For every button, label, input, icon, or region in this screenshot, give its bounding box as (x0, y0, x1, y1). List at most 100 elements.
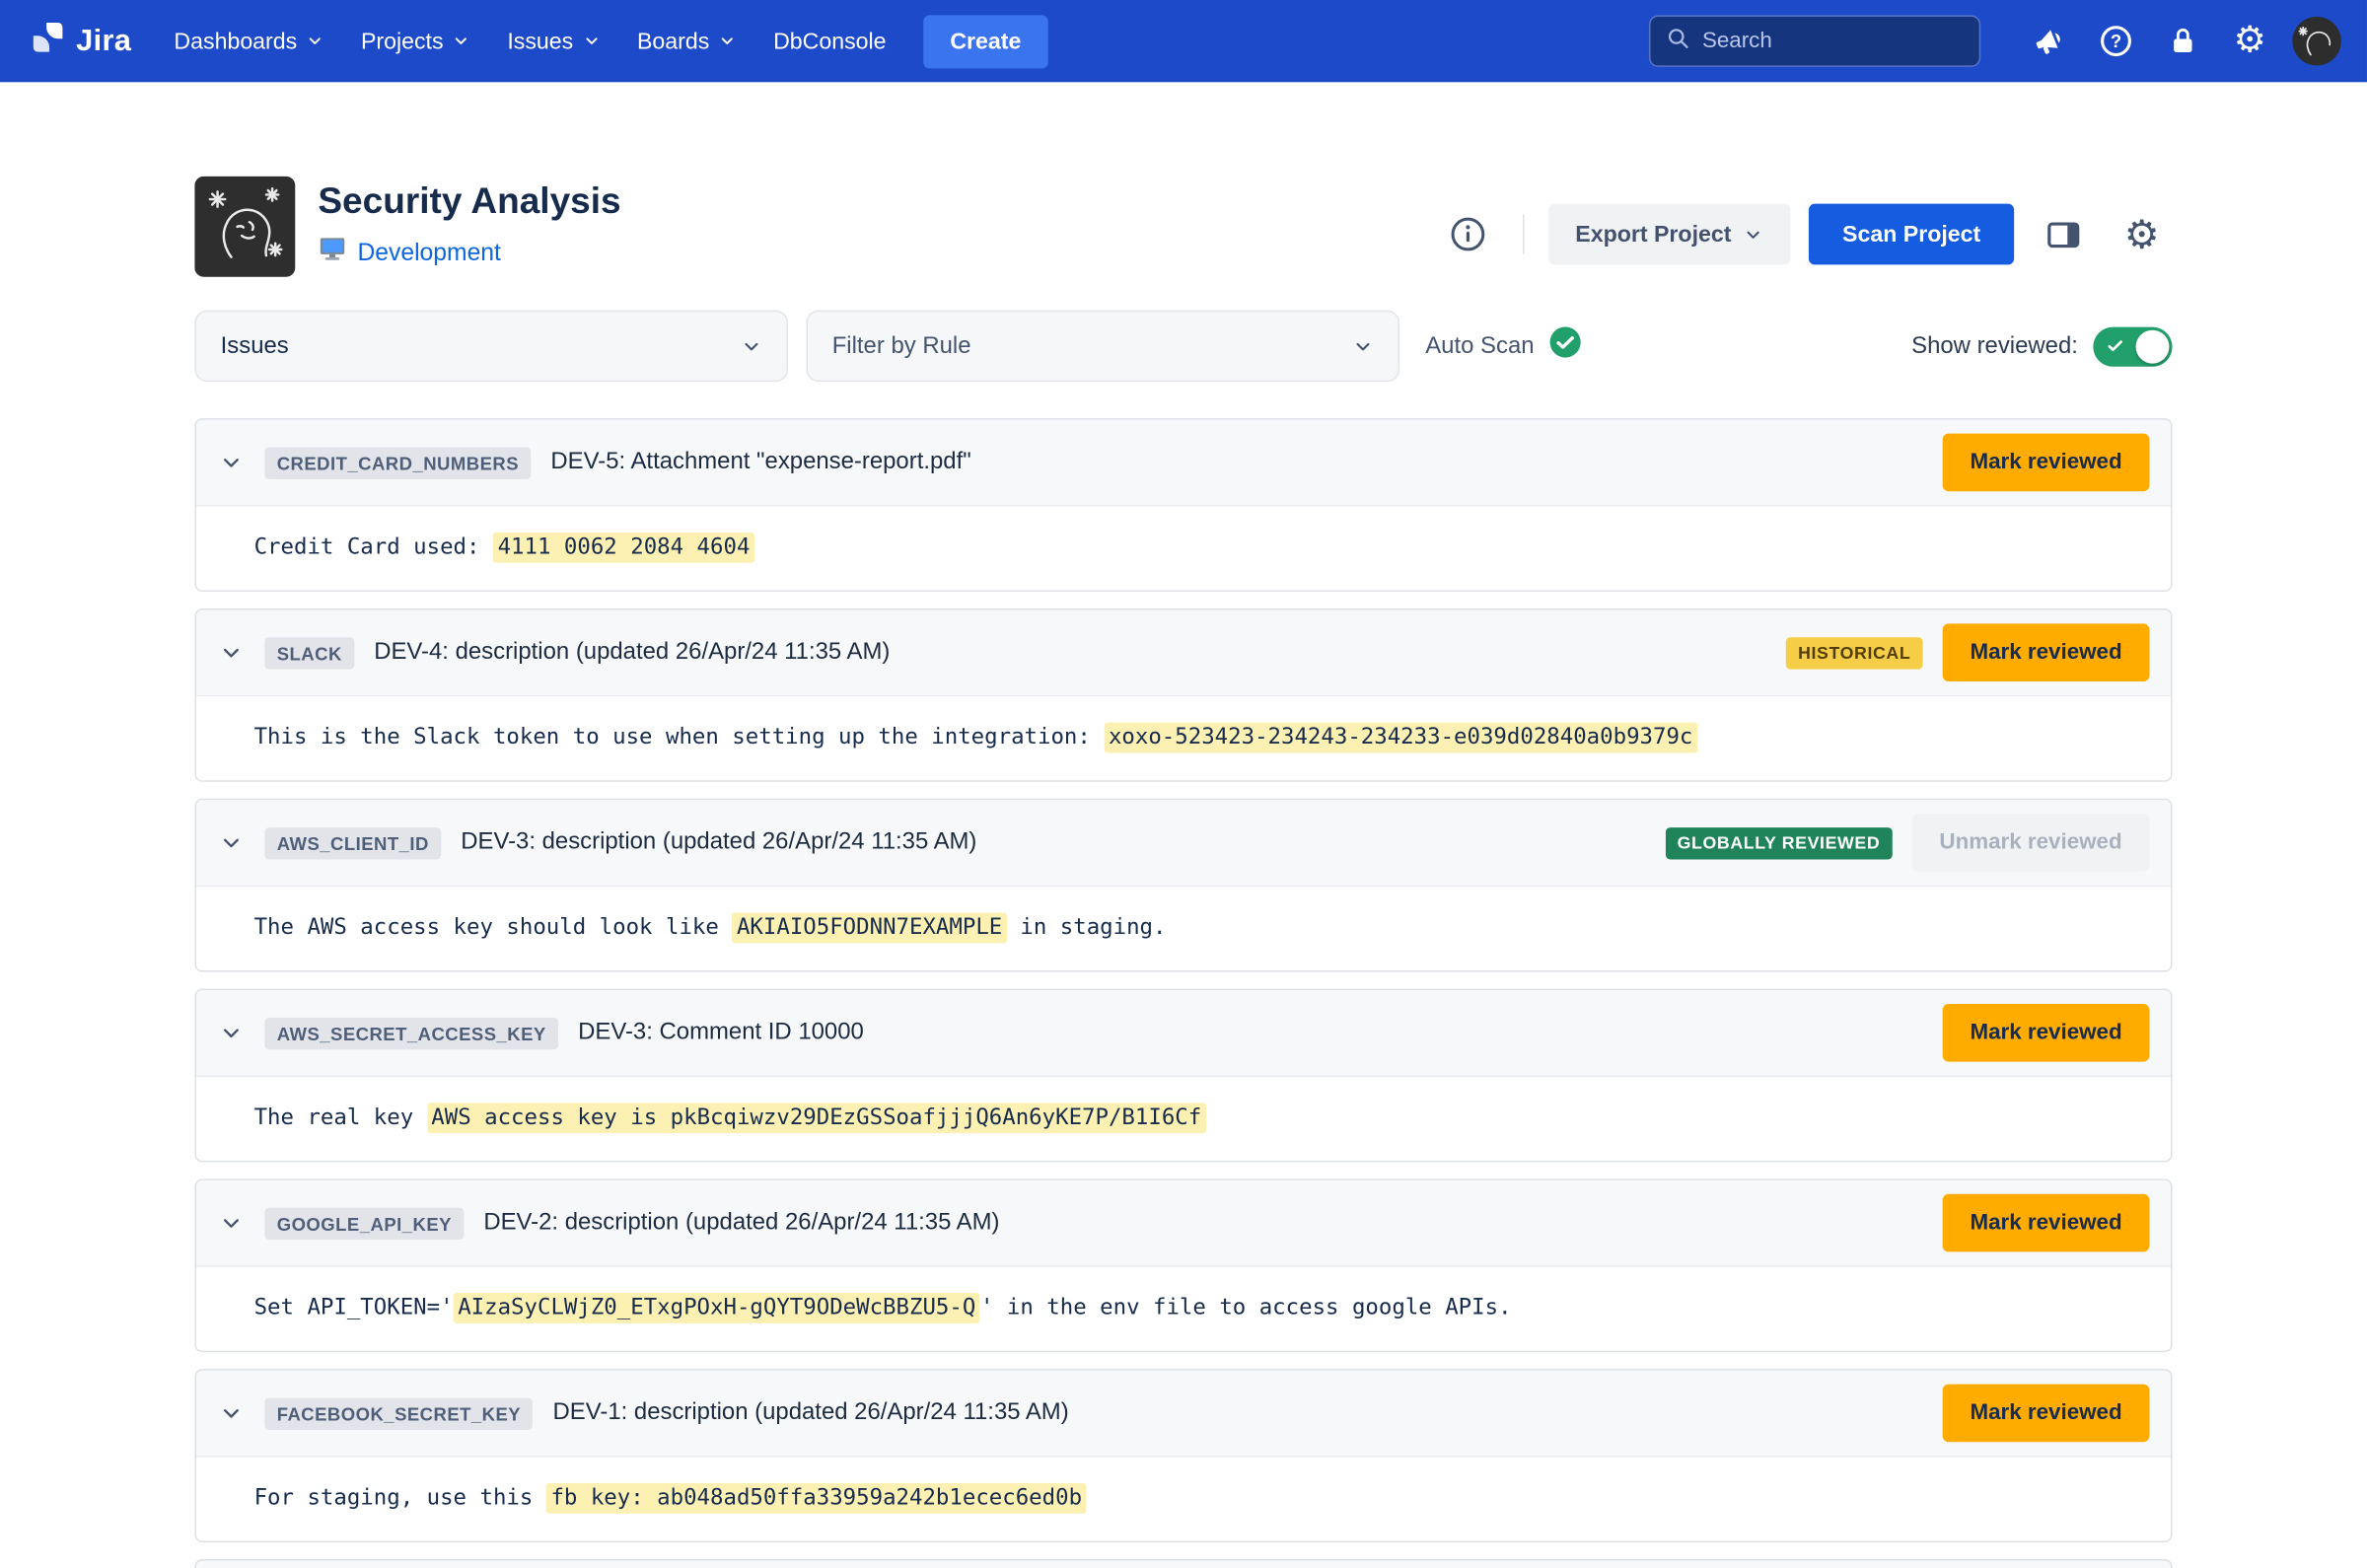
announcement-icon[interactable] (2020, 12, 2078, 70)
finding-body: The AWS access key should look like AKIA… (196, 887, 2171, 970)
review-action-button[interactable]: Mark reviewed (1943, 1385, 2150, 1443)
finding-card: GOOGLE_API_KEY DEV-2: description (updat… (194, 1178, 2172, 1352)
finding-card: AWS_SECRET_ACCESS_KEY DEV-3: Comment ID … (194, 989, 2172, 1163)
rule-filter-select[interactable]: Filter by Rule (806, 311, 1399, 382)
finding-text-pre: The real key (254, 1105, 427, 1130)
create-button[interactable]: Create (923, 15, 1049, 68)
user-avatar[interactable] (2288, 12, 2346, 70)
review-action-button[interactable]: Mark reviewed (1943, 623, 2150, 681)
nav-item-dashboards[interactable]: Dashboards (156, 15, 343, 68)
toggle-knob (2136, 329, 2170, 363)
finding-card: SLACK DEV-4: description (updated 26/Apr… (194, 608, 2172, 782)
finding-body: For staging, use this fb key: ab048ad50f… (196, 1458, 2171, 1541)
settings-gear-icon[interactable]: ⚙ (2221, 12, 2279, 70)
secret-highlight: xoxo-523423-234243-234233-e039d02840a0b9… (1104, 723, 1697, 753)
collapse-chevron-icon[interactable] (218, 639, 246, 667)
finding-card-header: GOOGLE_API_KEY DEV-2: description (updat… (196, 1180, 2171, 1267)
brand-name: Jira (76, 24, 131, 58)
jira-logo[interactable]: Jira (22, 20, 156, 62)
nav-item-projects[interactable]: Projects (342, 15, 488, 68)
side-panel-icon[interactable] (2033, 204, 2094, 265)
finding-title: DEV-2: description (updated 26/Apr/24 11… (483, 1209, 999, 1237)
divider (1522, 214, 1524, 253)
jira-mark-icon (31, 20, 65, 62)
chevron-down-icon (453, 32, 471, 50)
svg-text:?: ? (2111, 31, 2121, 51)
secret-highlight: AKIAIO5FODNN7EXAMPLE (732, 912, 1007, 943)
collapse-chevron-icon[interactable] (218, 1399, 246, 1427)
collapse-chevron-icon[interactable] (218, 1019, 246, 1046)
app-window: Jira Dashboards Projects Issues Boards D… (0, 0, 2367, 1568)
finding-text-pre: This is the Slack token to use when sett… (254, 726, 1105, 750)
main-content: Security Analysis Development (194, 177, 2172, 1568)
nav-item-issues[interactable]: Issues (489, 15, 619, 68)
scan-project-button[interactable]: Scan Project (1809, 204, 2014, 265)
rule-badge: AWS_CLIENT_ID (264, 826, 441, 858)
collapse-chevron-icon[interactable] (218, 1209, 246, 1237)
chevron-down-icon (582, 32, 601, 50)
export-project-label: Export Project (1575, 221, 1731, 247)
review-action-button[interactable]: Mark reviewed (1943, 434, 2150, 492)
lock-icon[interactable] (2154, 12, 2212, 70)
finding-card: AWS_CLIENT_ID DEV-3: description (update… (194, 799, 2172, 972)
review-action-button[interactable]: Unmark reviewed (1912, 814, 2150, 872)
finding-text-pre: Credit Card used: (254, 535, 493, 560)
finding-text-pre: For staging, use this (254, 1486, 546, 1511)
issues-filter-select[interactable]: Issues (194, 311, 788, 382)
collapse-chevron-icon[interactable] (218, 449, 246, 476)
rule-filter-placeholder: Filter by Rule (832, 332, 971, 360)
nav-item-label: DbConsole (773, 29, 886, 54)
filter-toolbar: Issues Filter by Rule Auto Scan Show rev… (194, 311, 2172, 382)
title-block: Security Analysis Development (318, 177, 620, 271)
collapse-chevron-icon[interactable] (218, 829, 246, 857)
finding-title: DEV-5: Attachment "expense-report.pdf" (550, 449, 970, 476)
nav-item-label: Projects (361, 29, 444, 54)
project-breadcrumb: Development (318, 236, 620, 270)
auto-scan-label: Auto Scan (1425, 332, 1534, 360)
chevron-down-icon (719, 32, 738, 50)
global-search[interactable] (1649, 15, 1980, 66)
chevron-down-icon (741, 335, 762, 357)
nav-item-dbconsole[interactable]: DbConsole (755, 15, 904, 68)
finding-body: Set API_TOKEN='AIzaSyCLWjZ0_ETxgPOxH-gQY… (196, 1267, 2171, 1351)
finding-card-header: AWS_SECRET_ACCESS_KEY DEV-3: Comment ID … (196, 990, 2171, 1077)
monitor-icon (318, 236, 346, 270)
issues-filter-value: Issues (221, 332, 289, 360)
export-project-button[interactable]: Export Project (1548, 204, 1791, 265)
nav-item-label: Issues (507, 29, 573, 54)
nav-item-label: Dashboards (174, 29, 297, 54)
info-icon[interactable] (1437, 204, 1498, 265)
header-actions: Export Project Scan Project ⚙ (1437, 204, 2173, 265)
finding-text-pre: The AWS access key should look like (254, 916, 733, 941)
finding-text-post: in staging. (1007, 916, 1167, 941)
auto-scan-check-icon[interactable] (1547, 325, 1581, 367)
project-avatar (194, 177, 295, 277)
finding-card-header: FACEBOOK_SECRET_KEY DEV-1: description (… (196, 1371, 2171, 1458)
auto-scan-status: Auto Scan (1425, 325, 1581, 367)
rule-badge: GOOGLE_API_KEY (264, 1207, 464, 1239)
project-link[interactable]: Development (357, 240, 500, 267)
rule-badge: CREDIT_CARD_NUMBERS (264, 447, 531, 478)
status-badge: GLOBALLY REVIEWED (1665, 826, 1892, 858)
finding-body: This is the Slack token to use when sett… (196, 696, 2171, 780)
nav-item-label: Boards (637, 29, 709, 54)
status-badge: HISTORICAL (1786, 636, 1923, 668)
rule-badge: SLACK (264, 636, 354, 668)
chevron-down-icon (1352, 335, 1374, 357)
finding-card-header: AWS_CLIENT_ID DEV-3: description (update… (196, 800, 2171, 887)
finding-title: DEV-3: description (updated 26/Apr/24 11… (461, 829, 976, 857)
show-reviewed-toggle[interactable] (2093, 326, 2172, 366)
chevron-down-icon (1744, 225, 1763, 245)
next-finding-card-partial (194, 1559, 2172, 1568)
finding-body: Credit Card used: 4111 0062 2084 4604 (196, 507, 2171, 591)
search-input[interactable] (1702, 29, 1964, 53)
page-settings-gear-icon[interactable]: ⚙ (2112, 204, 2173, 265)
nav-item-boards[interactable]: Boards (618, 15, 754, 68)
help-icon[interactable]: ? (2087, 12, 2145, 70)
finding-title: DEV-4: description (updated 26/Apr/24 11… (374, 639, 890, 667)
review-action-button[interactable]: Mark reviewed (1943, 1194, 2150, 1252)
secret-highlight: AIzaSyCLWjZ0_ETxgPOxH-gQYT9ODeWcBBZU5-Q (454, 1293, 980, 1323)
rule-badge: FACEBOOK_SECRET_KEY (264, 1397, 533, 1429)
review-action-button[interactable]: Mark reviewed (1943, 1004, 2150, 1062)
avatar (2292, 17, 2340, 65)
